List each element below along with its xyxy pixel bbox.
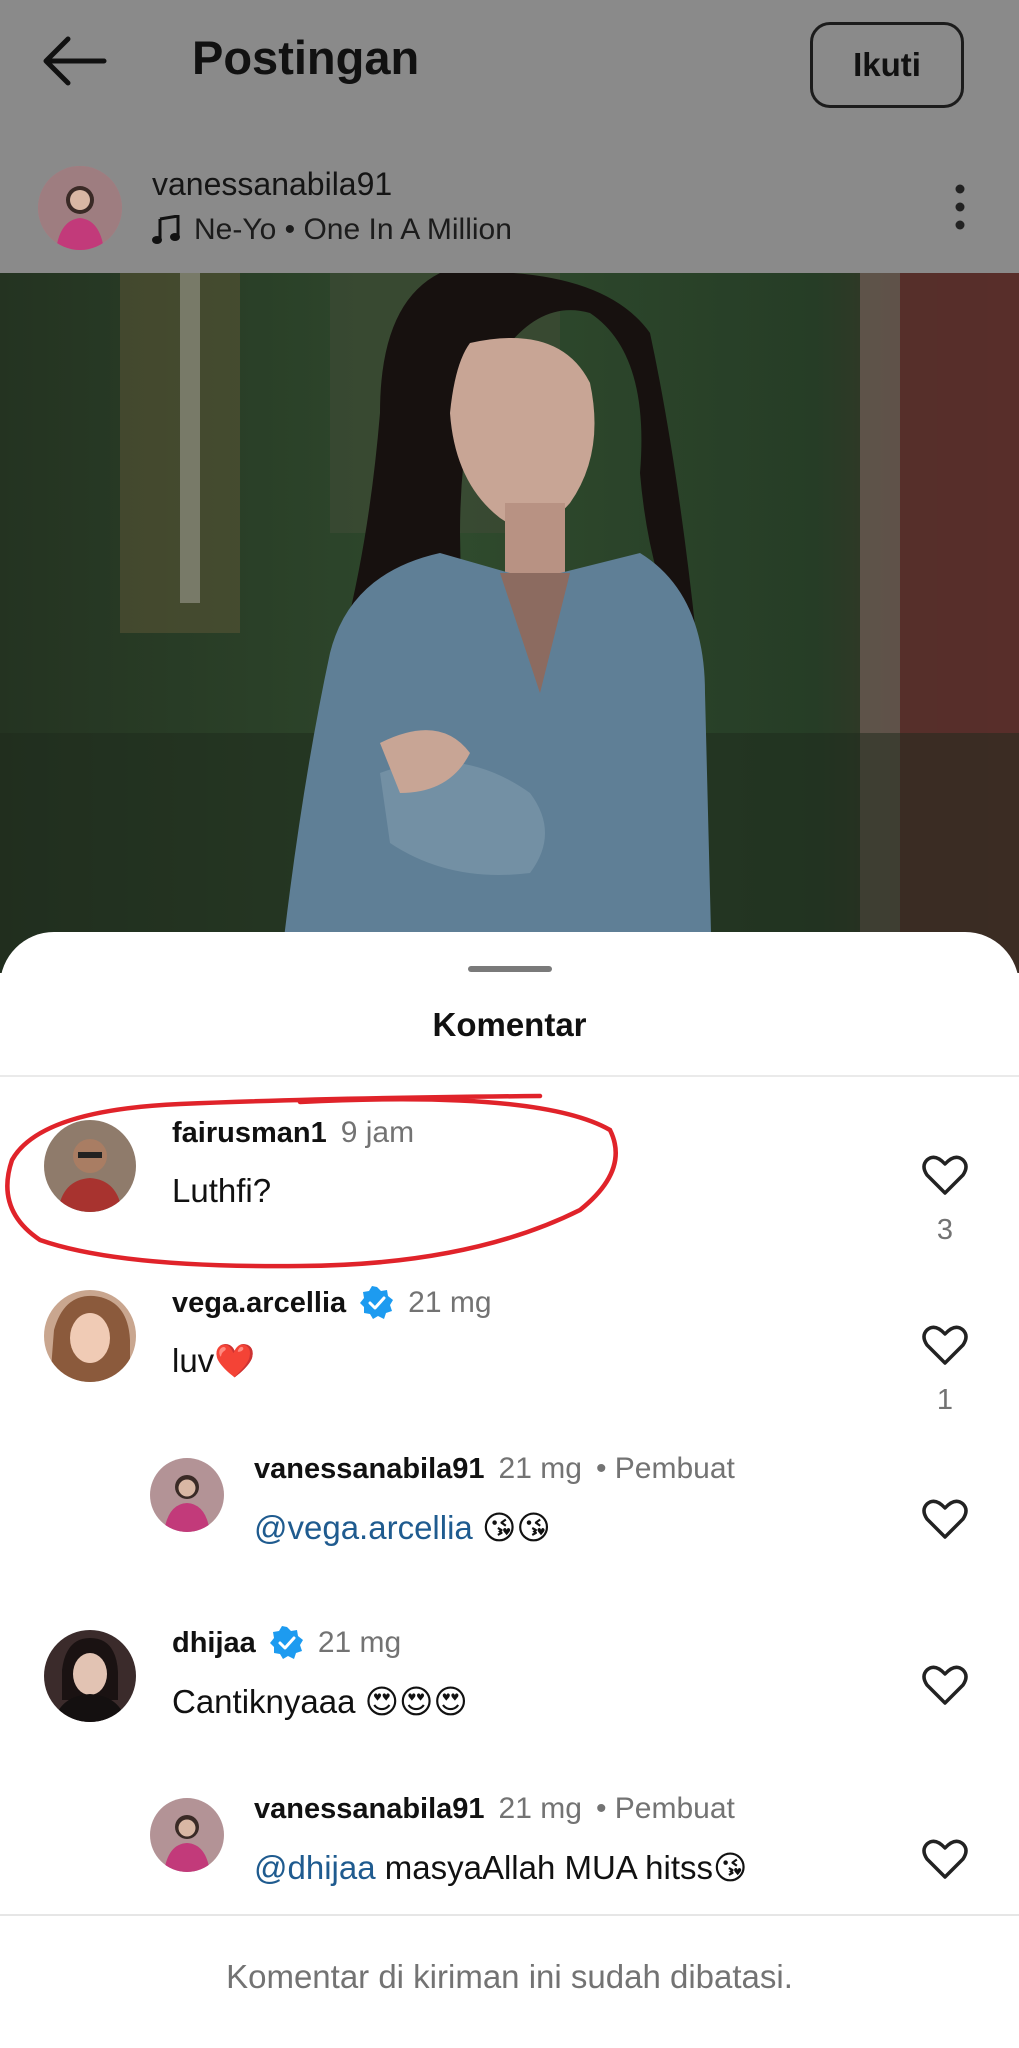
comment-username[interactable]: vanessanabila91 bbox=[254, 1453, 485, 1486]
avatar[interactable] bbox=[44, 1120, 136, 1212]
avatar[interactable] bbox=[44, 1630, 136, 1722]
like-count: 3 bbox=[936, 1214, 954, 1246]
avatar[interactable] bbox=[150, 1798, 224, 1872]
comment-username[interactable]: vanessanabila91 bbox=[254, 1793, 485, 1826]
reply-body: masyaAllah MUA hitss😘 bbox=[375, 1849, 748, 1886]
author-tag: • Pembuat bbox=[595, 1792, 735, 1825]
heart-icon[interactable] bbox=[922, 1154, 968, 1196]
author-tag: • Pembuat bbox=[595, 1452, 735, 1485]
comment-username[interactable]: vega.arcellia bbox=[172, 1287, 346, 1320]
reply-body: 😘😘 bbox=[472, 1509, 551, 1546]
comment-time: 9 jam bbox=[340, 1116, 415, 1149]
heart-icon[interactable] bbox=[922, 1498, 968, 1540]
comment-text: Cantiknyaaa 😍😍😍 bbox=[172, 1683, 468, 1720]
mention-link[interactable]: @dhijaa bbox=[254, 1849, 376, 1886]
comment-text: Luthfi? bbox=[172, 1172, 272, 1209]
comment-time: 21 mg bbox=[408, 1286, 492, 1319]
avatar[interactable] bbox=[150, 1458, 224, 1532]
verified-badge-icon bbox=[269, 1626, 303, 1659]
verified-badge-icon bbox=[360, 1286, 394, 1319]
avatar[interactable] bbox=[44, 1290, 136, 1382]
comment-time: 21 mg bbox=[498, 1792, 582, 1825]
comment-username[interactable]: fairusman1 bbox=[172, 1117, 327, 1150]
comment-username[interactable]: dhijaa bbox=[172, 1627, 256, 1660]
comment-text: @vega.arcellia 😘😘 bbox=[254, 1508, 551, 1547]
heart-icon[interactable] bbox=[922, 1838, 968, 1880]
heart-icon[interactable] bbox=[922, 1664, 968, 1706]
comment-text: @dhijaa masyaAllah MUA hitss😘 bbox=[254, 1848, 747, 1887]
footer-divider bbox=[0, 1914, 1019, 1916]
comment-time: 21 mg bbox=[317, 1626, 402, 1659]
comment-time: 21 mg bbox=[498, 1452, 582, 1485]
drag-handle[interactable] bbox=[468, 966, 552, 972]
comments-restricted-note: Komentar di kiriman ini sudah dibatasi. bbox=[226, 1958, 793, 1995]
sheet-title: Komentar bbox=[432, 1006, 587, 1043]
divider bbox=[0, 1075, 1019, 1077]
like-count: 1 bbox=[936, 1384, 954, 1416]
mention-link[interactable]: @vega.arcellia bbox=[254, 1509, 473, 1546]
heart-icon[interactable] bbox=[922, 1324, 968, 1366]
comment-text: luv❤️ bbox=[172, 1342, 256, 1379]
